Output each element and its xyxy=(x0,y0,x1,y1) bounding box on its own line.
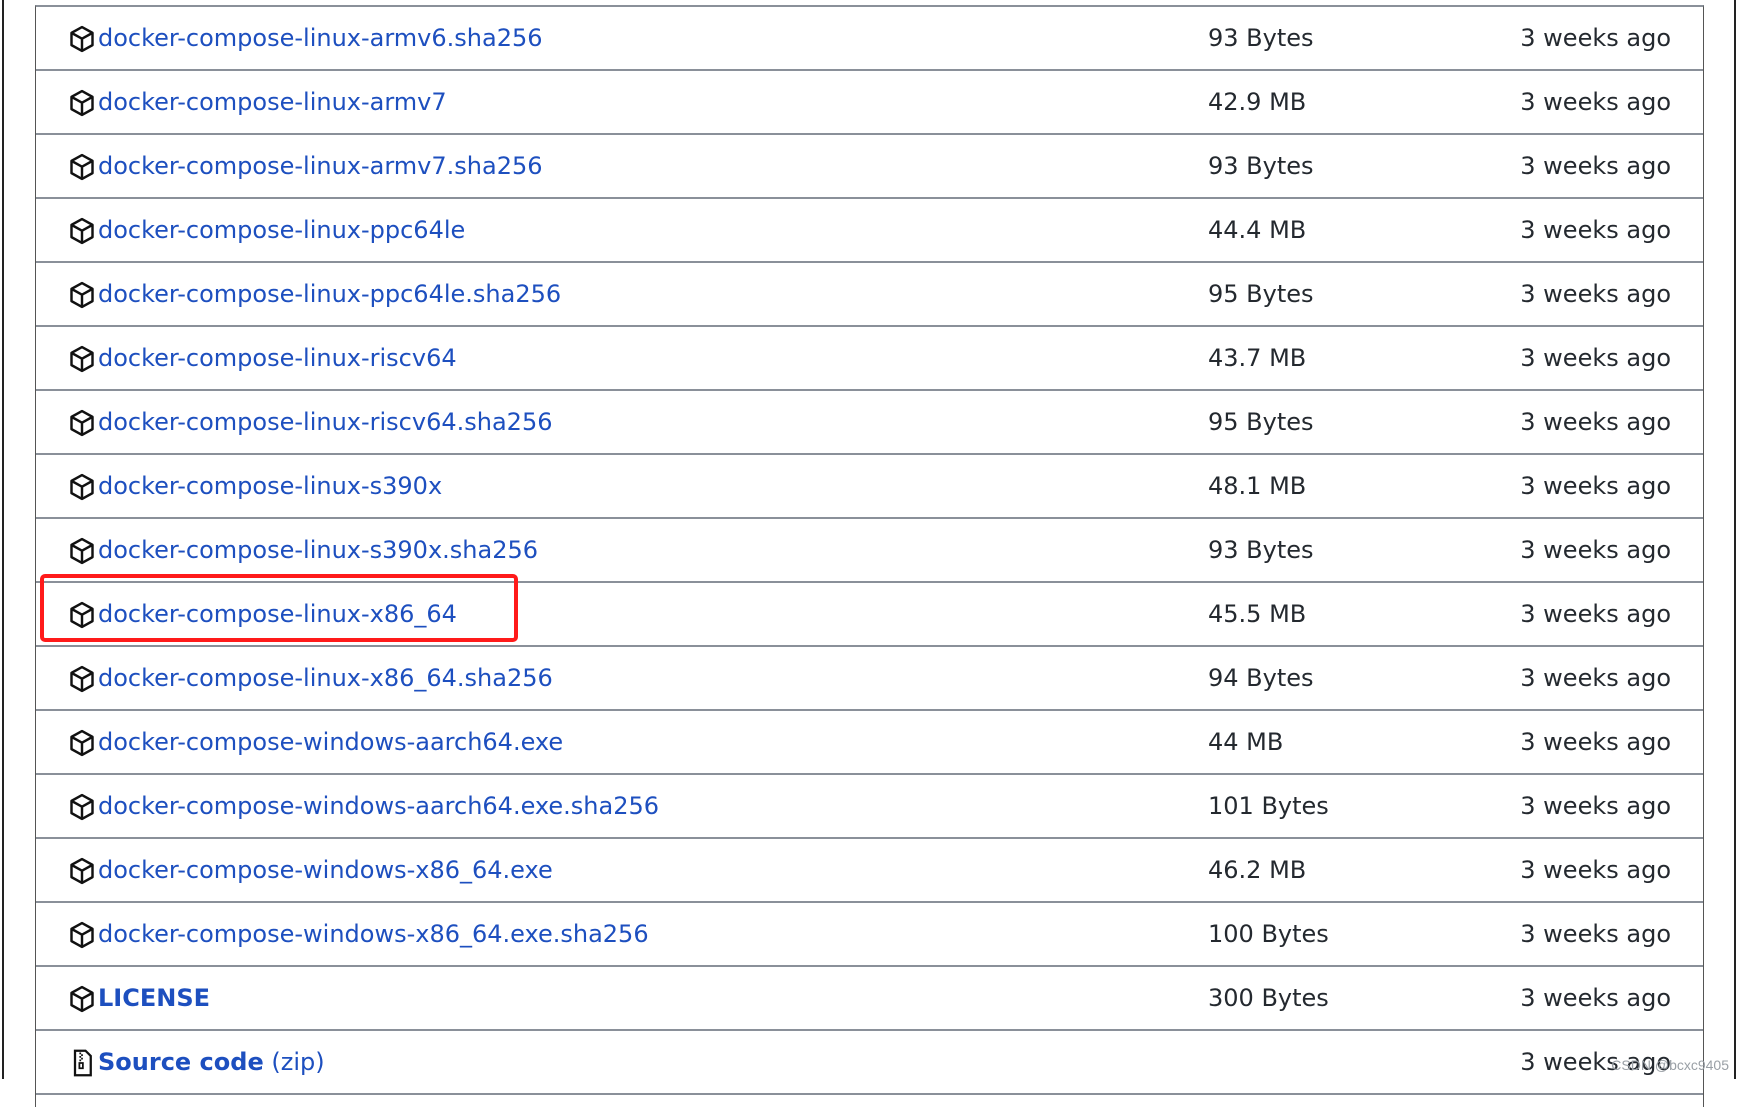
asset-link[interactable]: docker-compose-windows-aarch64.exe xyxy=(98,728,563,756)
asset-date: 3 weeks ago xyxy=(1520,88,1671,116)
asset-size: 44 MB xyxy=(1208,728,1284,756)
asset-row: docker-compose-linux-armv6.sha256 93 Byt… xyxy=(36,7,1703,71)
package-icon xyxy=(68,216,96,246)
window-border-right xyxy=(1734,0,1736,1079)
package-icon xyxy=(68,984,96,1014)
asset-date: 3 weeks ago xyxy=(1520,664,1671,692)
package-icon xyxy=(68,344,96,374)
package-icon xyxy=(68,792,96,822)
asset-row: docker-compose-linux-s390x.sha256 93 Byt… xyxy=(36,519,1703,583)
asset-size: 101 Bytes xyxy=(1208,792,1329,820)
asset-link[interactable]: docker-compose-linux-ppc64le xyxy=(98,216,465,244)
asset-date: 3 weeks ago xyxy=(1520,344,1671,372)
package-icon xyxy=(68,472,96,502)
asset-size: 93 Bytes xyxy=(1208,24,1314,52)
asset-size: 95 Bytes xyxy=(1208,408,1314,436)
window-border-left xyxy=(2,0,4,1079)
source-code-zip-row: Source code (zip) 3 weeks ago xyxy=(36,1031,1703,1095)
asset-date: 3 weeks ago xyxy=(1520,920,1671,948)
package-icon xyxy=(68,152,96,182)
source-code-format: (zip) xyxy=(271,1048,325,1076)
asset-row: docker-compose-linux-ppc64le.sha256 95 B… xyxy=(36,263,1703,327)
asset-size: 48.1 MB xyxy=(1208,472,1307,500)
package-icon xyxy=(68,856,96,886)
asset-date: 3 weeks ago xyxy=(1520,280,1671,308)
asset-row: docker-compose-linux-riscv64 43.7 MB 3 w… xyxy=(36,327,1703,391)
asset-row: docker-compose-windows-aarch64.exe.sha25… xyxy=(36,775,1703,839)
package-icon xyxy=(68,88,96,118)
asset-date: 3 weeks ago xyxy=(1520,856,1671,884)
asset-row: docker-compose-linux-s390x 48.1 MB 3 wee… xyxy=(36,455,1703,519)
source-code-zip-link[interactable]: Source code (zip) xyxy=(98,1048,325,1076)
asset-row: docker-compose-linux-armv7 42.9 MB 3 wee… xyxy=(36,71,1703,135)
watermark: CSDN @bcxc9405 xyxy=(1611,1057,1729,1073)
asset-date: 3 weeks ago xyxy=(1520,600,1671,628)
asset-size: 95 Bytes xyxy=(1208,280,1314,308)
asset-size: 43.7 MB xyxy=(1208,344,1307,372)
file-zip-icon xyxy=(68,1048,96,1078)
asset-size: 42.9 MB xyxy=(1208,88,1307,116)
asset-link[interactable]: docker-compose-linux-s390x xyxy=(98,472,442,500)
asset-date: 3 weeks ago xyxy=(1520,216,1671,244)
asset-size: 300 Bytes xyxy=(1208,984,1329,1012)
asset-link[interactable]: docker-compose-linux-armv7.sha256 xyxy=(98,152,543,180)
asset-row: LICENSE 300 Bytes 3 weeks ago xyxy=(36,967,1703,1031)
asset-link[interactable]: docker-compose-linux-armv7 xyxy=(98,88,447,116)
asset-row: docker-compose-linux-armv7.sha256 93 Byt… xyxy=(36,135,1703,199)
asset-link[interactable]: docker-compose-windows-x86_64.exe xyxy=(98,856,553,884)
asset-link[interactable]: LICENSE xyxy=(98,984,210,1012)
asset-size: 93 Bytes xyxy=(1208,152,1314,180)
package-icon xyxy=(68,728,96,758)
asset-date: 3 weeks ago xyxy=(1520,408,1671,436)
asset-date: 3 weeks ago xyxy=(1520,536,1671,564)
asset-row: docker-compose-linux-x86_64 45.5 MB 3 we… xyxy=(36,583,1703,647)
asset-row: docker-compose-windows-x86_64.exe 46.2 M… xyxy=(36,839,1703,903)
asset-row: docker-compose-linux-x86_64.sha256 94 By… xyxy=(36,647,1703,711)
asset-date: 3 weeks ago xyxy=(1520,984,1671,1012)
asset-link[interactable]: docker-compose-linux-riscv64 xyxy=(98,344,457,372)
asset-link[interactable]: docker-compose-linux-riscv64.sha256 xyxy=(98,408,552,436)
asset-link[interactable]: docker-compose-linux-x86_64.sha256 xyxy=(98,664,553,692)
asset-date: 3 weeks ago xyxy=(1520,472,1671,500)
asset-date: 3 weeks ago xyxy=(1520,152,1671,180)
asset-row: docker-compose-windows-x86_64.exe.sha256… xyxy=(36,903,1703,967)
asset-size: 94 Bytes xyxy=(1208,664,1314,692)
asset-link[interactable]: docker-compose-linux-armv6.sha256 xyxy=(98,24,543,52)
asset-size: 45.5 MB xyxy=(1208,600,1307,628)
asset-date: 3 weeks ago xyxy=(1520,792,1671,820)
asset-row: docker-compose-linux-riscv64.sha256 95 B… xyxy=(36,391,1703,455)
asset-link[interactable]: docker-compose-linux-s390x.sha256 xyxy=(98,536,538,564)
package-icon xyxy=(68,280,96,310)
package-icon xyxy=(68,600,96,630)
asset-size: 46.2 MB xyxy=(1208,856,1307,884)
asset-link[interactable]: docker-compose-windows-x86_64.exe.sha256 xyxy=(98,920,649,948)
asset-size: 100 Bytes xyxy=(1208,920,1329,948)
package-icon xyxy=(68,920,96,950)
release-assets-list: docker-compose-linux-armv6.sha256 93 Byt… xyxy=(35,5,1704,1107)
source-code-label: Source code xyxy=(98,1048,264,1076)
package-icon xyxy=(68,24,96,54)
asset-row: docker-compose-windows-aarch64.exe 44 MB… xyxy=(36,711,1703,775)
asset-row: docker-compose-linux-ppc64le 44.4 MB 3 w… xyxy=(36,199,1703,263)
asset-link[interactable]: docker-compose-linux-x86_64 xyxy=(98,600,457,628)
package-icon xyxy=(68,408,96,438)
asset-link[interactable]: docker-compose-windows-aarch64.exe.sha25… xyxy=(98,792,659,820)
package-icon xyxy=(68,536,96,566)
package-icon xyxy=(68,664,96,694)
asset-size: 44.4 MB xyxy=(1208,216,1307,244)
asset-date: 3 weeks ago xyxy=(1520,728,1671,756)
asset-size: 93 Bytes xyxy=(1208,536,1314,564)
asset-date: 3 weeks ago xyxy=(1520,24,1671,52)
asset-link[interactable]: docker-compose-linux-ppc64le.sha256 xyxy=(98,280,561,308)
